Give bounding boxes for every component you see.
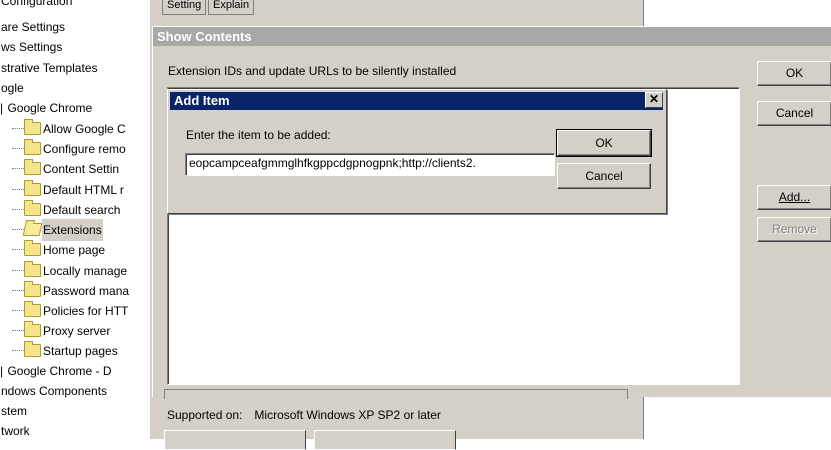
add-item-ok-button[interactable]: OK	[556, 129, 652, 157]
button-label: Add...	[778, 190, 811, 204]
folder-icon	[24, 200, 41, 216]
tab-label: Explain	[213, 0, 250, 11]
ok-button[interactable]: OK	[757, 61, 831, 86]
open-folder-icon	[22, 223, 43, 236]
button-label: Cancel	[585, 169, 623, 183]
tree-item-label: Content Settin	[43, 162, 120, 176]
tree-item-administrative-templates[interactable]: strative Templates	[0, 58, 99, 78]
add-item-title-text: Add Item	[174, 93, 230, 108]
tree-item-label: Locally manage	[43, 264, 128, 278]
tree-item-google[interactable]: ogle	[0, 78, 25, 98]
tree-item-password-manager[interactable]: Password mana	[0, 280, 150, 300]
tree-item-network[interactable]: twork	[0, 421, 31, 439]
tree-item-policies-for-http[interactable]: Policies for HTT	[0, 300, 150, 320]
button-label: OK	[595, 136, 613, 150]
tree-item-default-search[interactable]: Default search	[0, 199, 150, 219]
tree-item-label: Startup pages	[43, 344, 118, 358]
item-input[interactable]: eopcampceafgmmglhfkgppcdgpnogpnk;http://…	[185, 153, 555, 176]
policy-tree: Configuration are Settings ws Settings s…	[0, 0, 150, 439]
folder-icon	[24, 261, 41, 277]
remove-button[interactable]: Remove	[757, 217, 831, 242]
folder-icon	[24, 139, 41, 155]
tree-item-locally-managed[interactable]: Locally manage	[0, 260, 150, 280]
tree-item-label: Configuration	[1, 0, 73, 8]
comment-box[interactable]	[164, 389, 628, 399]
tree-item-home-page[interactable]: Home page	[0, 239, 150, 259]
cancel-button[interactable]: Cancel	[757, 101, 831, 126]
tree-item-label: are Settings	[1, 20, 66, 34]
tree-item-label: ndows Components	[1, 384, 108, 398]
tree-item-google-chrome[interactable]: | Google Chrome	[0, 98, 93, 118]
tree-item-proxy-server[interactable]: Proxy server	[0, 320, 150, 340]
tree-item-label: Allow Google C	[43, 122, 126, 136]
tree-item-label: Google Chrome - D	[7, 364, 112, 378]
add-item-title: Add Item	[170, 92, 663, 110]
tree-item-software-settings[interactable]: are Settings	[0, 17, 66, 37]
tree-item-content-settings[interactable]: Content Settin	[0, 158, 150, 178]
tree-item-label: Home page	[43, 243, 106, 257]
supported-on-value: Microsoft Windows XP SP2 or later	[254, 408, 441, 422]
tree-item-label: Configure remo	[43, 142, 126, 156]
tree-item-label: Google Chrome	[7, 101, 93, 115]
add-item-dialog: Add Item ✕ Enter the item to be added: e…	[167, 89, 667, 214]
show-contents-description: Extension IDs and update URLs to be sile…	[168, 64, 457, 78]
tree-item-startup-pages[interactable]: Startup pages	[0, 340, 150, 360]
tree-item-label: stem	[1, 404, 28, 418]
add-button[interactable]: Add...	[757, 185, 831, 210]
tab-setting[interactable]: Setting	[162, 0, 207, 15]
tree-item-windows-components[interactable]: ndows Components	[0, 381, 108, 401]
tree-item-label: Default HTML r	[43, 183, 124, 197]
tree-item-label: Policies for HTT	[43, 304, 129, 318]
button-label: Remove	[772, 222, 817, 236]
tree-item-configure-remote[interactable]: Configure remo	[0, 138, 150, 158]
folder-icon	[24, 240, 41, 256]
tree-item-system[interactable]: stem	[0, 401, 28, 421]
folder-icon	[24, 180, 41, 196]
tree-item-label: Password mana	[43, 284, 130, 298]
tree-item-label: ogle	[1, 81, 24, 95]
tab-label: Setting	[167, 0, 202, 11]
tree-item-label: Default search	[43, 203, 121, 217]
folder-icon	[24, 301, 41, 317]
close-icon[interactable]: ✕	[645, 92, 663, 108]
show-contents-title: Show Contents	[153, 27, 831, 46]
tree-item-google-chrome-default[interactable]: | Google Chrome - D	[0, 361, 113, 381]
previous-setting-button[interactable]	[164, 430, 306, 450]
tree-item-default-html[interactable]: Default HTML r	[0, 179, 150, 199]
tab-explain[interactable]: Explain	[208, 0, 255, 15]
tree-item-allow-google-cast[interactable]: Allow Google C	[0, 118, 150, 138]
add-item-prompt-text: Enter the item to be added:	[186, 128, 331, 142]
folder-icon	[24, 341, 41, 357]
tree-item-label: Extensions	[42, 219, 103, 241]
tree-item-label: ws Settings	[1, 40, 63, 54]
folder-icon	[24, 159, 41, 175]
tree-item-label: twork	[1, 424, 30, 438]
folder-icon	[24, 281, 41, 297]
tree-item-configuration[interactable]: Configuration	[0, 0, 73, 11]
tree-item-label: Proxy server	[43, 324, 111, 338]
tree-item-windows-settings[interactable]: ws Settings	[0, 37, 63, 57]
add-item-cancel-button[interactable]: Cancel	[557, 163, 651, 189]
folder-icon	[24, 321, 41, 337]
item-input-value: eopcampceafgmmglhfkgppcdgpnogpnk;http://…	[189, 156, 476, 170]
folder-icon	[24, 119, 41, 135]
add-item-prompt: Enter the item to be added:	[186, 128, 331, 142]
tree-item-extensions[interactable]: Extensions	[0, 219, 150, 241]
next-setting-button[interactable]	[314, 430, 456, 450]
supported-on-row: Supported on: Microsoft Windows XP SP2 or…	[167, 408, 441, 422]
button-label: OK	[785, 66, 804, 80]
tree-item-label: strative Templates	[1, 61, 98, 75]
supported-on-label: Supported on:	[167, 408, 243, 422]
button-label: Cancel	[775, 106, 814, 120]
